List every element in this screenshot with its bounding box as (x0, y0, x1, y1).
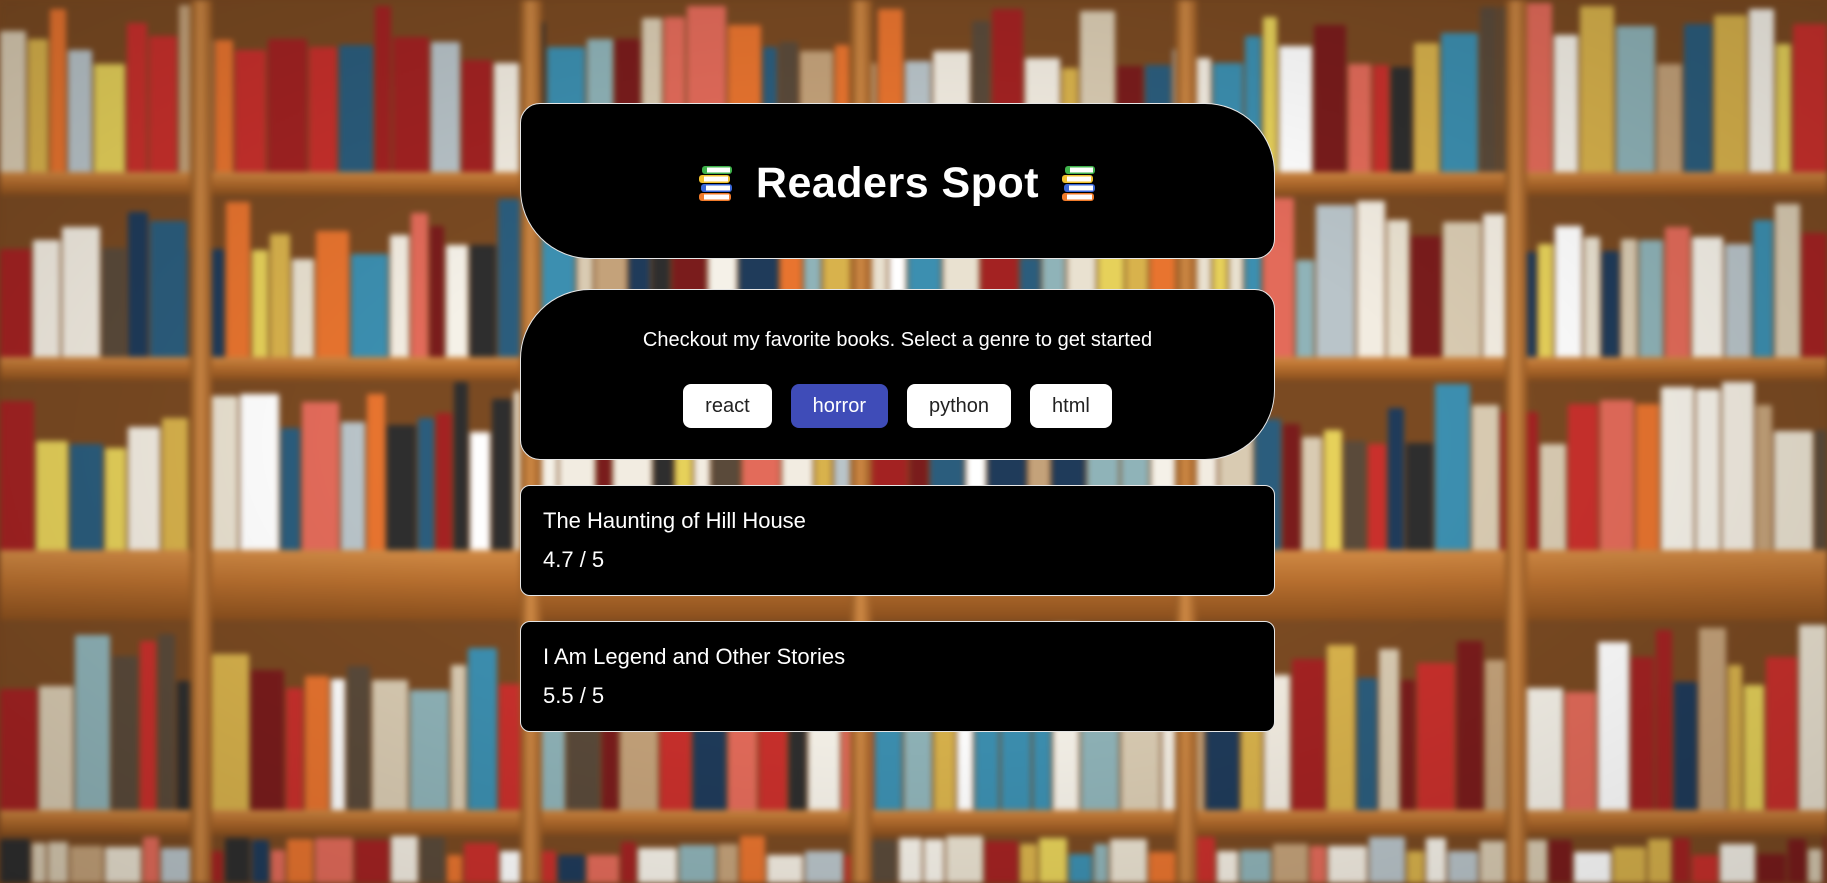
books-icon (1062, 165, 1096, 201)
genre-button-html[interactable]: html (1030, 384, 1112, 428)
title-group: Readers Spot (696, 159, 1099, 208)
book-rating: 5.5 / 5 (543, 683, 605, 708)
genre-button-group: react horror python html (521, 384, 1274, 428)
book-card: The Haunting of Hill House 4.7 / 5 (520, 485, 1275, 596)
book-card: I Am Legend and Other Stories 5.5 / 5 (520, 621, 1275, 732)
book-title: I Am Legend and Other Stories (543, 644, 846, 669)
book-rating: 4.7 / 5 (543, 547, 605, 572)
genre-button-python[interactable]: python (906, 384, 1012, 428)
page-title: Readers Spot (755, 159, 1040, 207)
genre-button-react[interactable]: react (683, 384, 772, 428)
intro-text: Checkout my favorite books. Select a gen… (642, 329, 1153, 351)
genre-button-horror[interactable]: horror (790, 384, 888, 428)
header-banner: Readers Spot (520, 103, 1275, 259)
book-title: The Haunting of Hill House (543, 508, 806, 533)
books-icon (698, 165, 732, 201)
genre-selector-panel: Checkout my favorite books. Select a gen… (520, 289, 1275, 460)
